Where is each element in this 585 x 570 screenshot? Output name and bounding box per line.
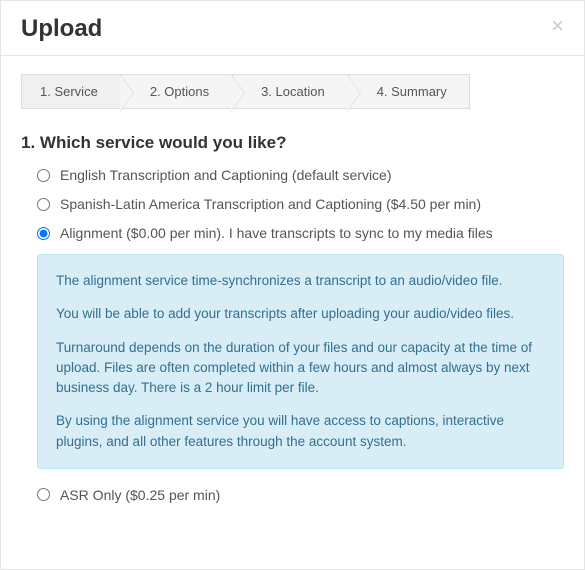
question-heading: 1. Which service would you like? — [21, 133, 564, 153]
radio-spanish[interactable] — [37, 198, 50, 211]
option-label: Spanish-Latin America Transcription and … — [60, 196, 481, 212]
option-english[interactable]: English Transcription and Captioning (de… — [37, 167, 564, 183]
service-options: English Transcription and Captioning (de… — [21, 167, 564, 241]
option-spanish[interactable]: Spanish-Latin America Transcription and … — [37, 196, 564, 212]
radio-asr[interactable] — [37, 488, 50, 501]
option-alignment[interactable]: Alignment ($0.00 per min). I have transc… — [37, 225, 564, 241]
radio-english[interactable] — [37, 169, 50, 182]
option-label: ASR Only ($0.25 per min) — [60, 487, 220, 503]
alignment-info-box: The alignment service time-synchronizes … — [37, 254, 564, 469]
step-options[interactable]: 2. Options — [121, 74, 232, 109]
radio-alignment[interactable] — [37, 227, 50, 240]
step-service[interactable]: 1. Service — [21, 74, 121, 109]
modal-title: Upload — [21, 15, 102, 43]
option-label: English Transcription and Captioning (de… — [60, 167, 392, 183]
close-icon[interactable]: × — [551, 15, 564, 37]
info-paragraph: By using the alignment service you will … — [56, 411, 545, 452]
upload-modal: Upload × 1. Service 2. Options 3. Locati… — [0, 0, 585, 570]
breadcrumb-steps: 1. Service 2. Options 3. Location 4. Sum… — [21, 74, 564, 109]
step-location[interactable]: 3. Location — [232, 74, 348, 109]
step-summary[interactable]: 4. Summary — [348, 74, 470, 109]
option-label: Alignment ($0.00 per min). I have transc… — [60, 225, 493, 241]
info-paragraph: You will be able to add your transcripts… — [56, 304, 545, 324]
info-paragraph: Turnaround depends on the duration of yo… — [56, 338, 545, 399]
info-paragraph: The alignment service time-synchronizes … — [56, 271, 545, 291]
modal-body[interactable]: 1. Service 2. Options 3. Location 4. Sum… — [1, 56, 584, 569]
modal-header: Upload × — [1, 1, 584, 56]
option-asr[interactable]: ASR Only ($0.25 per min) — [21, 487, 564, 503]
